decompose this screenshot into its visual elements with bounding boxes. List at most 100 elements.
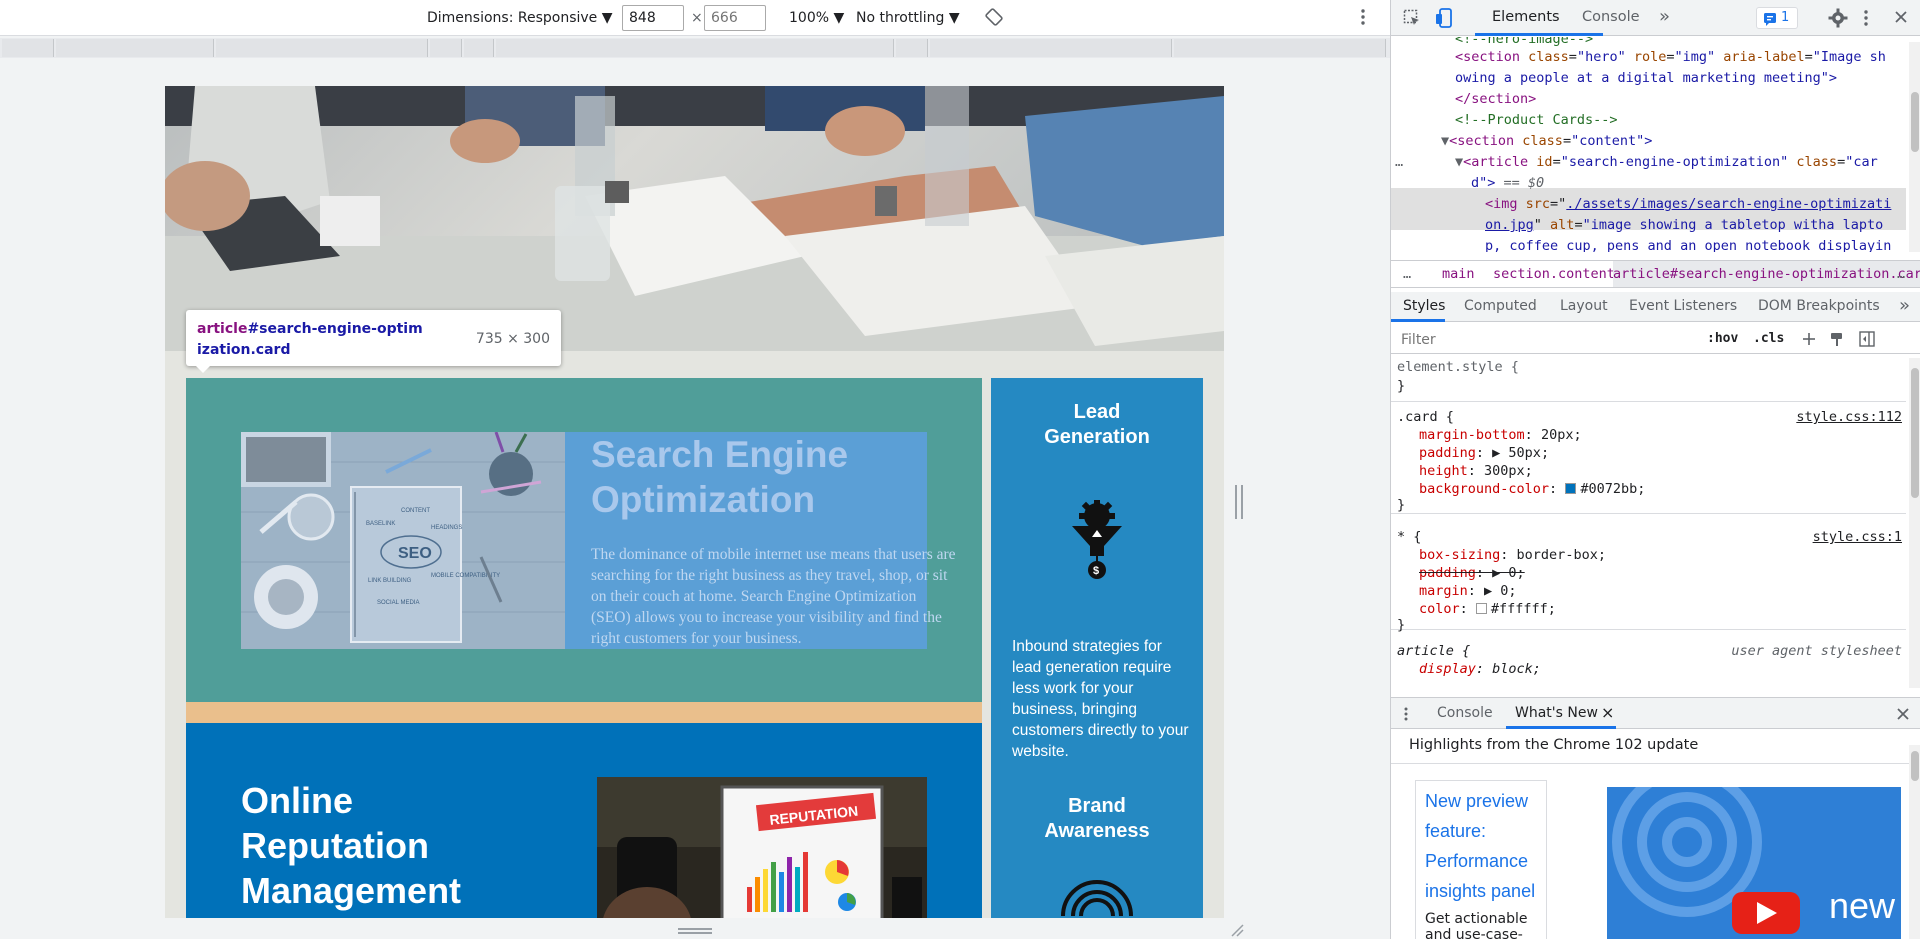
- seo-card[interactable]: SEO CONTENT BASELINK HEADINGS MOBILE COM…: [186, 378, 982, 702]
- css-property[interactable]: box-sizing: border-box;: [1419, 546, 1606, 564]
- dom-scrollbar[interactable]: [1909, 42, 1920, 252]
- dom-attr-value-continued[interactable]: p, coffee cup, pens and an open notebook…: [1485, 236, 1891, 252]
- dom-node-hero[interactable]: <section class="hero" role="img" aria-la…: [1455, 47, 1886, 68]
- inspect-element-icon[interactable]: [1403, 9, 1421, 31]
- article-ua-rule[interactable]: article { user agent stylesheet display:…: [1391, 640, 1906, 686]
- drawer-tab-console[interactable]: Console: [1437, 705, 1493, 721]
- ruler-segment[interactable]: [896, 39, 928, 57]
- tab-elements[interactable]: Elements: [1492, 9, 1560, 25]
- breadcrumb-article[interactable]: article#search-engine-optimization.card: [1613, 261, 1920, 287]
- resize-corner-icon[interactable]: [1230, 922, 1244, 939]
- feature-card-title[interactable]: New preview feature: Performance insight…: [1425, 786, 1545, 906]
- ruler-segment[interactable]: [216, 39, 428, 57]
- dom-node-img[interactable]: <img src="./assets/images/search-engine-…: [1485, 194, 1891, 215]
- node-actions-icon[interactable]: …: [1395, 152, 1403, 173]
- css-property[interactable]: display: block;: [1419, 660, 1541, 678]
- css-property[interactable]: margin-bottom: 20px;: [1419, 426, 1582, 444]
- close-tab-icon[interactable]: ×: [1601, 703, 1614, 722]
- rule-source-link[interactable]: style.css:1: [1813, 528, 1902, 546]
- dom-close-tag[interactable]: </section>: [1455, 89, 1536, 110]
- active-drawer-tab-indicator: [1506, 726, 1616, 729]
- resize-handle-right[interactable]: [1235, 485, 1243, 519]
- ruler-segment[interactable]: [464, 39, 494, 57]
- dom-node-article[interactable]: ▼<article id="search-engine-optimization…: [1455, 152, 1878, 173]
- rule-source-link[interactable]: style.css:112: [1796, 408, 1902, 426]
- dom-src-link[interactable]: ./assets/images/search-engine-optimizati: [1566, 196, 1891, 212]
- dom-node-img-cont[interactable]: on.jpg" alt="image showing a tabletop wi…: [1485, 215, 1883, 236]
- width-input[interactable]: [622, 5, 684, 31]
- css-property[interactable]: color: #ffffff;: [1419, 600, 1556, 618]
- css-property[interactable]: margin: ▶ 0;: [1419, 582, 1517, 600]
- class-toggle[interactable]: .cls: [1753, 331, 1784, 346]
- scrollbar-thumb[interactable]: [1911, 92, 1919, 152]
- tab-console[interactable]: Console: [1582, 9, 1640, 25]
- reputation-card[interactable]: Online Reputation Management REPUTATION: [186, 723, 982, 918]
- universal-style-rule[interactable]: * { style.css:1 box-sizing: border-box; …: [1391, 524, 1906, 633]
- breadcrumb-overflow[interactable]: …: [1403, 261, 1411, 287]
- device-toolbar-icon[interactable]: [1435, 8, 1453, 32]
- css-property[interactable]: height: 300px;: [1419, 462, 1533, 480]
- dom-comment[interactable]: <!--Product Cards-->: [1455, 110, 1618, 131]
- tab-layout[interactable]: Layout: [1560, 298, 1608, 314]
- zoom-dropdown[interactable]: 100% ▼: [789, 9, 844, 27]
- toggle-sidebar-icon[interactable]: [1859, 331, 1875, 351]
- css-property-overridden[interactable]: padding: ▶ 0;: [1419, 564, 1525, 582]
- breadcrumb-main[interactable]: main: [1442, 261, 1475, 287]
- issues-badge[interactable]: 1: [1756, 7, 1798, 29]
- whats-new-video[interactable]: new: [1607, 787, 1901, 939]
- expand-arrow-icon[interactable]: ▼: [1455, 154, 1463, 170]
- ruler-segment[interactable]: [930, 39, 1172, 57]
- scrollbar-thumb[interactable]: [1911, 368, 1919, 498]
- styles-scrollbar[interactable]: [1909, 358, 1920, 688]
- styles-filter-input[interactable]: [1397, 329, 1687, 351]
- new-style-rule-icon[interactable]: [1801, 331, 1817, 351]
- throttling-dropdown[interactable]: No throttling ▼: [856, 9, 960, 27]
- color-swatch[interactable]: [1475, 603, 1487, 614]
- rotate-icon[interactable]: [985, 8, 1003, 31]
- ruler-segment[interactable]: [496, 39, 894, 57]
- paint-bucket-icon[interactable]: [1829, 331, 1845, 351]
- tab-styles[interactable]: Styles: [1403, 298, 1445, 314]
- drawer-tab-whats-new[interactable]: What's New: [1515, 705, 1598, 721]
- css-property[interactable]: padding: ▶ 50px;: [1419, 444, 1549, 462]
- breadcrumb-section[interactable]: section.content: [1493, 261, 1615, 287]
- device-emulation-pane: Dimensions: Responsive ▼ × 100% ▼ No thr…: [0, 0, 1390, 939]
- drawer-menu-icon[interactable]: [1403, 706, 1409, 726]
- dom-attr-value-continued[interactable]: owing a people at a digital marketing me…: [1455, 68, 1837, 89]
- whats-new-scrollbar[interactable]: [1909, 745, 1920, 939]
- expand-arrow-icon[interactable]: ▼: [1441, 133, 1449, 149]
- tab-dom-breakpoints[interactable]: DOM Breakpoints: [1758, 298, 1880, 314]
- ruler-segment[interactable]: [2, 39, 54, 57]
- css-property[interactable]: background-color: #0072bb;: [1419, 480, 1645, 498]
- dom-src-link[interactable]: on.jpg: [1485, 217, 1534, 233]
- settings-gear-icon[interactable]: [1828, 8, 1848, 32]
- css-property-name: display: [1419, 661, 1476, 677]
- color-swatch[interactable]: [1565, 483, 1577, 494]
- rule-selector: article {: [1397, 643, 1471, 659]
- scrollbar-thumb[interactable]: [1911, 751, 1919, 781]
- ruler-segment[interactable]: [1174, 39, 1386, 57]
- hover-state-toggle[interactable]: :hov: [1707, 331, 1738, 346]
- dom-node-article-cont[interactable]: d"> == $0: [1471, 173, 1544, 194]
- ruler-segment[interactable]: [430, 39, 462, 57]
- close-drawer-icon[interactable]: [1896, 707, 1910, 725]
- feature-card[interactable]: New preview feature: Performance insight…: [1415, 780, 1547, 939]
- media-query-ruler[interactable]: [0, 38, 1390, 58]
- devtools-menu-icon[interactable]: [1863, 9, 1869, 31]
- more-subtabs-icon[interactable]: »: [1899, 295, 1910, 316]
- more-tabs-icon[interactable]: »: [1659, 6, 1670, 27]
- resize-handle-bottom[interactable]: [678, 928, 712, 934]
- tab-event-listeners[interactable]: Event Listeners: [1629, 298, 1737, 314]
- card-style-rule[interactable]: .card { style.css:112 margin-bottom: 20p…: [1391, 404, 1906, 514]
- close-devtools-icon[interactable]: [1894, 10, 1908, 28]
- element-style-rule[interactable]: element.style { }: [1391, 356, 1906, 402]
- dom-node-content[interactable]: ▼<section class="content">: [1441, 131, 1652, 152]
- height-input[interactable]: [704, 5, 766, 31]
- breadcrumb-overflow-end[interactable]: …: [1897, 261, 1905, 287]
- tab-computed[interactable]: Computed: [1464, 298, 1537, 314]
- ruler-segment[interactable]: [56, 39, 214, 57]
- more-options-icon[interactable]: [1360, 8, 1366, 31]
- dom-attr-value: "hero": [1576, 49, 1626, 65]
- tooltip-arrow: [196, 366, 210, 373]
- dimensions-dropdown[interactable]: Dimensions: Responsive ▼: [427, 9, 613, 27]
